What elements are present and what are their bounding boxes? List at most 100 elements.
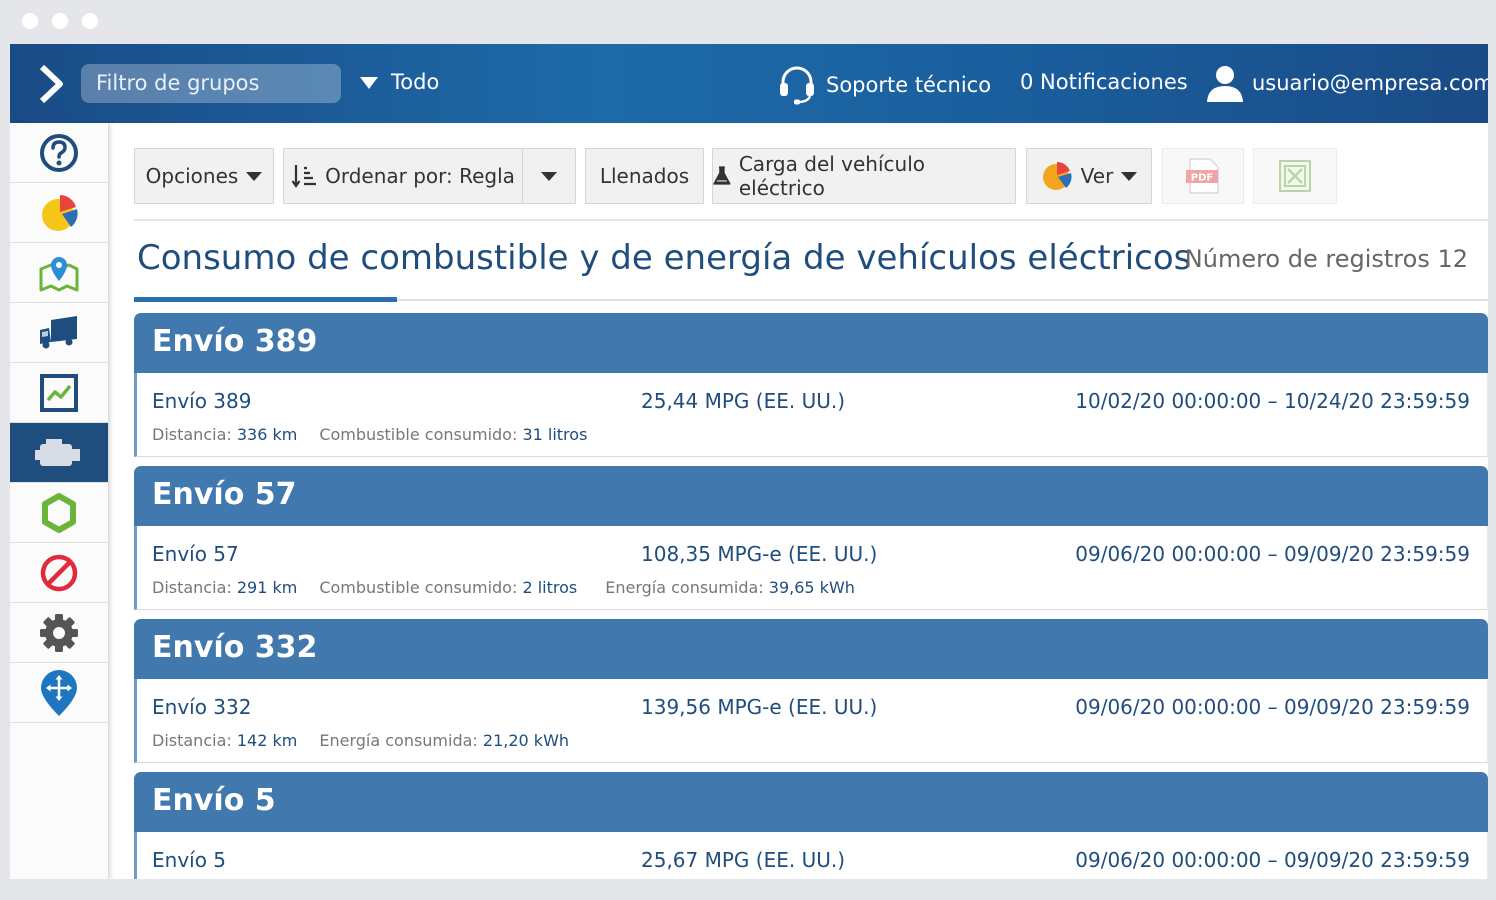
sidebar-item-settings[interactable] xyxy=(10,603,108,663)
sidebar-item-map[interactable] xyxy=(10,243,108,303)
engine-icon xyxy=(35,438,80,466)
user-icon xyxy=(1207,66,1243,102)
distance-label: Distancia: xyxy=(152,578,232,597)
pdf-icon: PDF xyxy=(1186,158,1219,194)
distance-label: Distancia: xyxy=(152,425,232,444)
rules-icon xyxy=(42,492,76,533)
map-pin-icon xyxy=(39,256,79,291)
headset-icon xyxy=(780,66,814,105)
energy-value: 39,65 kWh xyxy=(768,578,855,597)
record-header[interactable]: Envío 332 xyxy=(134,619,1488,679)
view-label: Ver xyxy=(1080,164,1114,188)
app-window: Filtro de grupos Todo Soporte técnico 0 … xyxy=(10,44,1488,879)
record-name: Envío 5 xyxy=(152,848,227,872)
sort-icon xyxy=(291,165,317,188)
distance-value: 142 km xyxy=(236,731,298,750)
dropdown-triangle-icon[interactable] xyxy=(360,77,378,89)
fuel-stat: Combustible consumido: 2 litros xyxy=(319,578,577,597)
pdf-label: PDF xyxy=(1191,173,1213,184)
window-dot[interactable] xyxy=(82,13,98,29)
sidebar-item-dashboard[interactable] xyxy=(10,183,108,243)
page-title: Consumo de combustible y de energía de v… xyxy=(137,238,1192,278)
fuel-value: 2 litros xyxy=(522,578,578,597)
record-body: Envío 5 25,67 MPG (EE. UU.) 09/06/20 00:… xyxy=(134,832,1488,879)
sidebar-item-navigation[interactable] xyxy=(10,663,108,723)
distance-value: 336 km xyxy=(236,425,298,444)
window-dot[interactable] xyxy=(52,13,68,29)
caret-down-icon xyxy=(246,171,263,181)
record-details: Distancia: 291 km Combustible consumido:… xyxy=(152,578,855,597)
record-body: Envío 57 108,35 MPG-e (EE. UU.) 09/06/20… xyxy=(134,526,1488,610)
caret-down-icon xyxy=(541,171,557,181)
distance-stat: Distancia: 336 km xyxy=(152,425,297,444)
sort-label: Ordenar por: Regla xyxy=(325,164,515,188)
fillups-button[interactable]: Llenados xyxy=(585,148,704,204)
record-efficiency: 139,56 MPG-e (EE. UU.) xyxy=(641,695,878,719)
sidebar-item-exceptions[interactable] xyxy=(10,543,108,603)
energy-stat: Energía consumida: 21,20 kWh xyxy=(319,731,569,750)
fuel-label: Combustible consumido: xyxy=(319,425,518,444)
fuel-stat: Combustible consumido: 31 litros xyxy=(319,425,587,444)
record-period: 09/06/20 00:00:00 – 09/09/20 23:59:59 xyxy=(1075,695,1470,719)
user-email: usuario@empresa.com xyxy=(1252,71,1488,95)
distance-label: Distancia: xyxy=(152,731,232,750)
distance-stat: Distancia: 291 km xyxy=(152,578,297,597)
record-body: Envío 389 25,44 MPG (EE. UU.) 10/02/20 0… xyxy=(134,373,1488,457)
trend-chart-icon xyxy=(40,373,78,412)
excel-icon xyxy=(1279,160,1311,192)
user-menu[interactable]: usuario@empresa.com xyxy=(1206,64,1488,102)
fillups-label: Llenados xyxy=(599,164,690,188)
ev-charge-button[interactable]: Carga del vehículo eléctrico xyxy=(712,148,1016,204)
record-efficiency: 25,44 MPG (EE. UU.) xyxy=(641,389,846,413)
group-scope-selector[interactable]: Todo xyxy=(391,70,439,94)
energy-label: Energía consumida: xyxy=(605,578,764,597)
flask-icon xyxy=(713,166,731,185)
distance-stat: Distancia: 142 km xyxy=(152,731,297,750)
no-entry-icon xyxy=(40,554,78,591)
navigation-pin-icon xyxy=(41,669,77,716)
record-details: Distancia: 336 km Combustible consumido:… xyxy=(152,425,587,444)
record-body: Envío 332 139,56 MPG-e (EE. UU.) 09/06/2… xyxy=(134,679,1488,763)
options-label: Opciones xyxy=(145,164,239,188)
sidebar-item-reports[interactable] xyxy=(10,363,108,423)
support-label: Soporte técnico xyxy=(826,73,992,97)
help-icon xyxy=(40,133,78,172)
sidebar xyxy=(10,123,109,879)
view-button[interactable]: Ver xyxy=(1026,148,1152,204)
record-card[interactable]: Envío 57 Envío 57 108,35 MPG-e (EE. UU.)… xyxy=(134,466,1488,610)
sidebar-item-engine[interactable] xyxy=(10,423,108,483)
record-header[interactable]: Envío 389 xyxy=(134,313,1488,373)
energy-stat: Energía consumida: 39,65 kWh xyxy=(605,578,855,597)
sidebar-item-rules[interactable] xyxy=(10,483,108,543)
record-card[interactable]: Envío 5 Envío 5 25,67 MPG (EE. UU.) 09/0… xyxy=(134,772,1488,879)
options-button[interactable]: Opciones xyxy=(134,148,274,204)
record-card[interactable]: Envío 389 Envío 389 25,44 MPG (EE. UU.) … xyxy=(134,313,1488,457)
caret-down-icon xyxy=(1121,171,1138,181)
notifications-link[interactable]: 0 Notificaciones xyxy=(1020,70,1188,94)
window-dot[interactable] xyxy=(22,13,38,29)
fuel-value: 31 litros xyxy=(522,425,588,444)
record-card[interactable]: Envío 332 Envío 332 139,56 MPG-e (EE. UU… xyxy=(134,619,1488,763)
record-header[interactable]: Envío 57 xyxy=(134,466,1488,526)
record-efficiency: 108,35 MPG-e (EE. UU.) xyxy=(641,542,878,566)
title-underline-accent xyxy=(134,297,397,302)
export-pdf-button[interactable]: PDF xyxy=(1162,148,1244,204)
record-period: 10/02/20 00:00:00 – 10/24/20 23:59:59 xyxy=(1075,389,1470,413)
pie-chart-icon xyxy=(42,194,78,231)
support-link[interactable]: Soporte técnico xyxy=(778,65,991,105)
record-name: Envío 57 xyxy=(152,542,239,566)
sidebar-item-vehicles[interactable] xyxy=(10,303,108,363)
fuel-label: Combustible consumido: xyxy=(319,578,518,597)
divider xyxy=(134,219,1488,221)
sidebar-item-help[interactable] xyxy=(10,123,108,183)
energy-value: 21,20 kWh xyxy=(482,731,570,750)
group-filter-input[interactable]: Filtro de grupos xyxy=(81,64,341,103)
truck-icon xyxy=(40,315,77,348)
sort-button[interactable]: Ordenar por: Regla xyxy=(283,148,523,204)
sort-dropdown-button[interactable] xyxy=(522,148,576,204)
record-period: 09/06/20 00:00:00 – 09/09/20 23:59:59 xyxy=(1075,542,1470,566)
record-count: Número de registros 12 xyxy=(1184,245,1468,273)
record-header[interactable]: Envío 5 xyxy=(134,772,1488,832)
export-excel-button[interactable] xyxy=(1253,148,1337,204)
menu-toggle-chevron-icon[interactable] xyxy=(36,64,68,104)
